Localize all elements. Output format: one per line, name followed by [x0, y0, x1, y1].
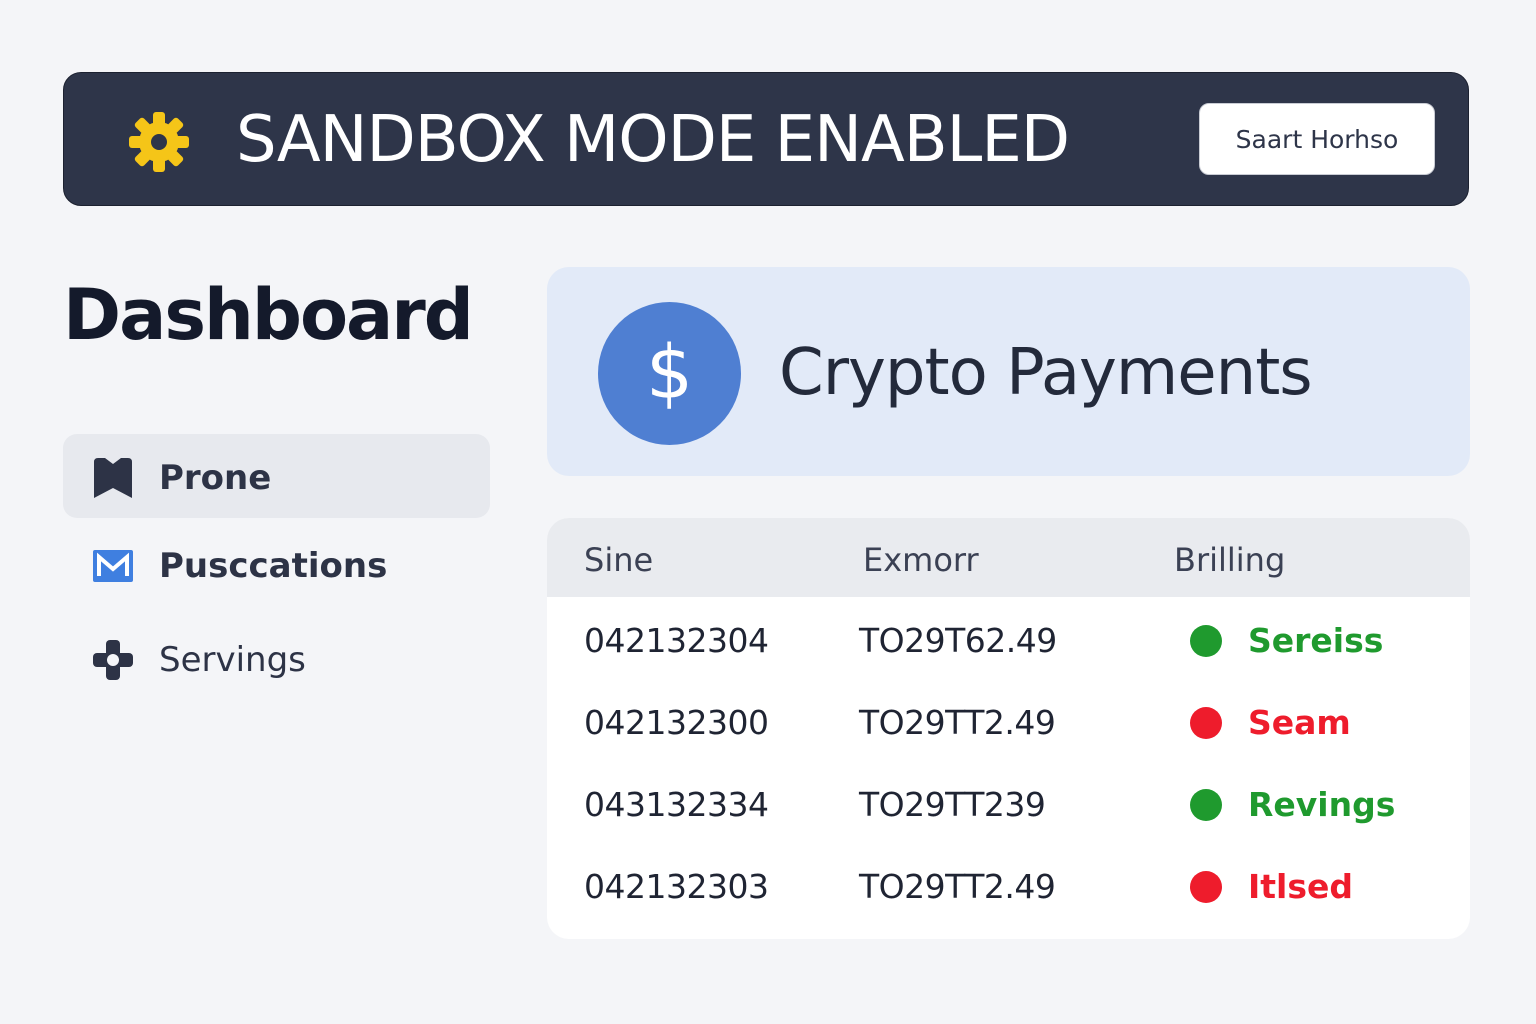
row-amount: TO29T62.49	[859, 621, 1057, 660]
row-id: 042132303	[584, 867, 769, 906]
banner-title: SANDBOX MODE ENABLED	[236, 103, 1070, 177]
status-dot	[1190, 789, 1222, 821]
mail-icon	[93, 550, 133, 582]
table-row[interactable]: 042132303 TO29TT2.49 Itlsed	[547, 846, 1470, 928]
row-id: 042132300	[584, 703, 769, 742]
status-label: Sereiss	[1248, 621, 1384, 660]
sandbox-banner: SANDBOX MODE ENABLED Saart Horhso	[63, 72, 1469, 206]
row-amount: TO29TT2.49	[859, 867, 1056, 906]
status-dot	[1190, 707, 1222, 739]
page-title: Dashboard	[63, 274, 474, 356]
sidebar-item-label: Servings	[159, 640, 306, 680]
dollar-icon: $	[598, 302, 741, 445]
status-label: Itlsed	[1248, 867, 1354, 906]
status-dot	[1190, 871, 1222, 903]
row-amount: TO29TT239	[859, 785, 1046, 824]
table-row[interactable]: 042132300 TO29TT2.49 Seam	[547, 682, 1470, 764]
column-header[interactable]: Sine	[584, 538, 653, 582]
row-id: 042132304	[584, 621, 769, 660]
sidebar-item-label: Pusccations	[159, 546, 388, 586]
move-icon	[93, 640, 133, 680]
row-id: 043132334	[584, 785, 769, 824]
status-label: Seam	[1248, 703, 1351, 742]
column-header[interactable]: Brilling	[1174, 538, 1285, 582]
sidebar-item-servings[interactable]: Servings	[63, 616, 490, 700]
crypto-payments-title: Crypto Payments	[779, 336, 1313, 410]
sidebar-item-label: Prone	[159, 458, 272, 498]
bookmark-icon	[94, 458, 132, 498]
row-amount: TO29TT2.49	[859, 703, 1056, 742]
table-row[interactable]: 043132334 TO29TT239 Revings	[547, 764, 1470, 846]
status-label: Revings	[1248, 785, 1396, 824]
status-dot	[1190, 625, 1222, 657]
transactions-table: Sine Exmorr Brilling 042132304 TO29T62.4…	[547, 518, 1470, 939]
gear-icon	[129, 112, 189, 172]
column-header[interactable]: Exmorr	[863, 538, 979, 582]
table-header: Sine Exmorr Brilling	[547, 518, 1470, 597]
table-row[interactable]: 042132304 TO29T62.49 Sereiss	[547, 600, 1470, 682]
crypto-payments-card[interactable]: $ Crypto Payments	[547, 267, 1470, 476]
sidebar-item-prone[interactable]: Prone	[63, 434, 490, 518]
sandbox-action-button[interactable]: Saart Horhso	[1199, 103, 1435, 175]
sidebar-item-pusccations[interactable]: Pusccations	[63, 522, 490, 606]
